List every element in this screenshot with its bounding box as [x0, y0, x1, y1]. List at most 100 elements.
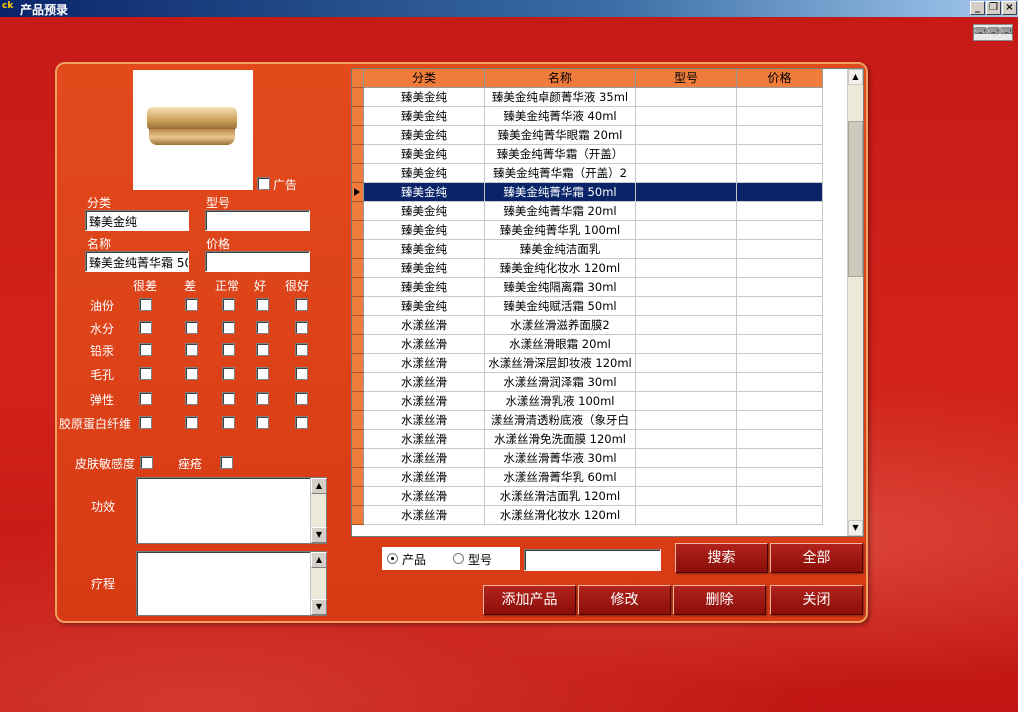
- table-row[interactable]: 臻美金纯 臻美金纯菁华眼霜 20ml: [364, 126, 823, 145]
- cell-price[interactable]: [737, 240, 823, 259]
- pores-poor-checkbox[interactable]: [185, 367, 198, 380]
- cell-price[interactable]: [737, 221, 823, 240]
- cell-name[interactable]: 臻美金纯赋活霜 50ml: [485, 297, 636, 316]
- cell-price[interactable]: [737, 145, 823, 164]
- cell-category[interactable]: 臻美金纯: [364, 221, 485, 240]
- cell-model[interactable]: [636, 354, 737, 373]
- row-indicator[interactable]: [352, 449, 364, 468]
- oil-good-checkbox[interactable]: [256, 298, 269, 311]
- product-table[interactable]: 分类 名称 型号 价格 臻美金纯 臻美金纯卓颜菁华液 35ml 臻美金纯 臻美金纯菁华…: [351, 68, 864, 537]
- cell-price[interactable]: [737, 430, 823, 449]
- cell-model[interactable]: [636, 259, 737, 278]
- cell-name[interactable]: 漾丝滑清透粉底液（象牙白: [485, 411, 636, 430]
- cell-model[interactable]: [636, 202, 737, 221]
- cell-price[interactable]: [737, 335, 823, 354]
- column-header-price[interactable]: 价格: [737, 69, 823, 88]
- ad-checkbox[interactable]: [257, 177, 270, 190]
- cell-name[interactable]: 臻美金纯菁华液 40ml: [485, 107, 636, 126]
- cell-category[interactable]: 臻美金纯: [364, 164, 485, 183]
- cell-model[interactable]: [636, 240, 737, 259]
- row-indicator[interactable]: [352, 373, 364, 392]
- cell-price[interactable]: [737, 373, 823, 392]
- row-indicator[interactable]: [352, 164, 364, 183]
- cell-name[interactable]: 臻美金纯隔离霜 30ml: [485, 278, 636, 297]
- cell-name[interactable]: 水漾丝滑菁华乳 60ml: [485, 468, 636, 487]
- category-field[interactable]: 臻美金纯: [85, 210, 189, 231]
- cell-model[interactable]: [636, 449, 737, 468]
- column-header-model[interactable]: 型号: [636, 69, 737, 88]
- table-row[interactable]: 臻美金纯 臻美金纯菁华霜（开盖）: [364, 145, 823, 164]
- cell-price[interactable]: [737, 506, 823, 525]
- cell-price[interactable]: [737, 316, 823, 335]
- table-row[interactable]: 水漾丝滑 水漾丝滑洁面乳 120ml: [364, 487, 823, 506]
- cell-model[interactable]: [636, 164, 737, 183]
- pores-normal-checkbox[interactable]: [222, 367, 235, 380]
- cell-price[interactable]: [737, 278, 823, 297]
- close-window-button[interactable]: ×: [1002, 1, 1017, 15]
- oil-very-poor-checkbox[interactable]: [139, 298, 152, 311]
- cell-model[interactable]: [636, 468, 737, 487]
- cell-name[interactable]: 水漾丝滑洁面乳 120ml: [485, 487, 636, 506]
- cell-model[interactable]: [636, 411, 737, 430]
- table-row[interactable]: 水漾丝滑 水漾丝滑润泽霜 30ml: [364, 373, 823, 392]
- cell-price[interactable]: [737, 392, 823, 411]
- cell-model[interactable]: [636, 88, 737, 107]
- acne-checkbox[interactable]: [220, 456, 233, 469]
- search-input[interactable]: [524, 549, 661, 571]
- cell-name[interactable]: 水漾丝滑化妆水 120ml: [485, 506, 636, 525]
- scroll-down-icon[interactable]: ▼: [311, 599, 327, 615]
- radio-model[interactable]: [453, 553, 464, 564]
- scroll-up-icon[interactable]: ▲: [311, 478, 327, 494]
- row-indicator[interactable]: [352, 183, 364, 202]
- cell-model[interactable]: [636, 430, 737, 449]
- effect-scrollbar[interactable]: ▲ ▼: [310, 478, 327, 543]
- lead-poor-checkbox[interactable]: [185, 343, 198, 356]
- table-row[interactable]: 水漾丝滑 水漾丝滑菁华液 30ml: [364, 449, 823, 468]
- cell-category[interactable]: 臻美金纯: [364, 126, 485, 145]
- cell-model[interactable]: [636, 392, 737, 411]
- lead-very-poor-checkbox[interactable]: [139, 343, 152, 356]
- cell-category[interactable]: 臻美金纯: [364, 183, 485, 202]
- cell-price[interactable]: [737, 202, 823, 221]
- lead-normal-checkbox[interactable]: [222, 343, 235, 356]
- row-indicator[interactable]: [352, 221, 364, 240]
- row-indicator[interactable]: [352, 430, 364, 449]
- row-indicator[interactable]: [352, 335, 364, 354]
- collagen-normal-checkbox[interactable]: [222, 416, 235, 429]
- cell-price[interactable]: [737, 297, 823, 316]
- cell-name[interactable]: 臻美金纯菁华霜（开盖）: [485, 145, 636, 164]
- cell-category[interactable]: 水漾丝滑: [364, 354, 485, 373]
- table-row[interactable]: 水漾丝滑 水漾丝滑化妆水 120ml: [364, 506, 823, 525]
- cell-price[interactable]: [737, 487, 823, 506]
- row-indicator[interactable]: [352, 487, 364, 506]
- scroll-up-icon[interactable]: ▲: [848, 69, 863, 85]
- cell-price[interactable]: [737, 88, 823, 107]
- table-row[interactable]: 臻美金纯 臻美金纯菁华液 40ml: [364, 107, 823, 126]
- scroll-down-icon[interactable]: ▼: [848, 520, 863, 536]
- cell-category[interactable]: 臻美金纯: [364, 107, 485, 126]
- cell-category[interactable]: 臻美金纯: [364, 88, 485, 107]
- column-header-name[interactable]: 名称: [485, 69, 636, 88]
- radio-product[interactable]: [387, 553, 398, 564]
- cell-category[interactable]: 水漾丝滑: [364, 373, 485, 392]
- restore-button[interactable]: ❐: [986, 1, 1001, 15]
- course-scrollbar[interactable]: ▲ ▼: [310, 552, 327, 615]
- table-row[interactable]: 水漾丝滑 水漾丝滑深层卸妆液 120ml: [364, 354, 823, 373]
- scroll-thumb[interactable]: [848, 121, 863, 277]
- collagen-very-poor-checkbox[interactable]: [139, 416, 152, 429]
- row-indicator[interactable]: [352, 259, 364, 278]
- keyboard-icon[interactable]: ⌨⌨⌨: [973, 24, 1013, 41]
- cell-model[interactable]: [636, 145, 737, 164]
- oil-very-good-checkbox[interactable]: [295, 298, 308, 311]
- table-row[interactable]: 臻美金纯 臻美金纯菁华霜（开盖）2: [364, 164, 823, 183]
- delete-button[interactable]: 删除: [673, 585, 766, 615]
- cell-price[interactable]: [737, 468, 823, 487]
- cell-model[interactable]: [636, 107, 737, 126]
- table-row[interactable]: 水漾丝滑 水漾丝滑乳液 100ml: [364, 392, 823, 411]
- collagen-poor-checkbox[interactable]: [185, 416, 198, 429]
- cell-model[interactable]: [636, 221, 737, 240]
- water-poor-checkbox[interactable]: [185, 321, 198, 334]
- cell-model[interactable]: [636, 278, 737, 297]
- row-indicator[interactable]: [352, 411, 364, 430]
- row-indicator[interactable]: [352, 297, 364, 316]
